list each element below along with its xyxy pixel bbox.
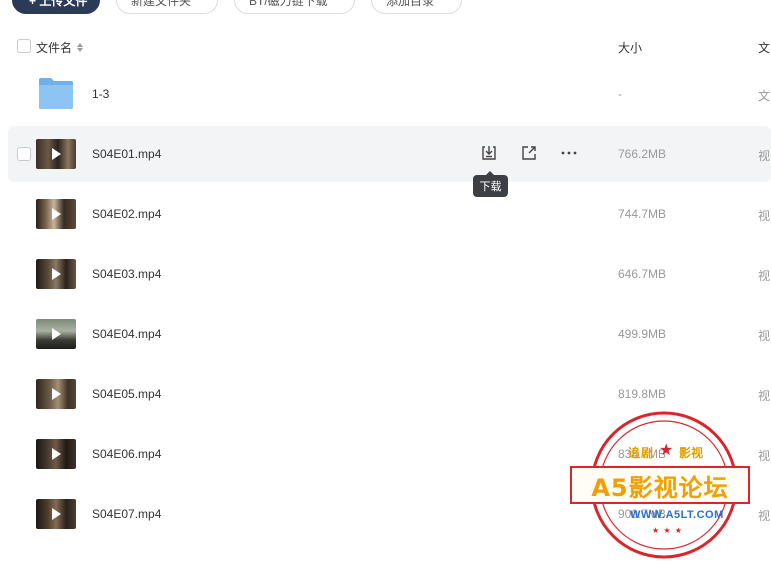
video-thumbnail [36,259,76,289]
file-size: 646.7MB [618,267,667,281]
file-type: 视 [758,389,771,403]
select-all-checkbox[interactable] [17,39,31,53]
play-icon [52,448,61,460]
download-tooltip: 下载 [473,171,508,197]
stamp-stars-icon: ★ ★ ★ [652,526,683,535]
file-row[interactable]: S04E04.mp4 499.9MB 视 [8,306,771,362]
folder-row[interactable]: 1-3 - 文 [8,66,771,122]
file-list-header: 文件名 大小 文 [0,34,771,60]
file-type: 文 [758,89,771,103]
name-column-header[interactable]: 文件名 [36,39,84,56]
upload-button[interactable]: + 上传文件 [12,0,100,14]
file-type: 视 [758,209,771,223]
video-thumbnail [36,379,76,409]
folder-icon [39,78,73,109]
file-name[interactable]: S04E02.mp4 [92,207,161,221]
play-icon [52,388,61,400]
file-row[interactable]: S04E01.mp4 766.2MB 视 [8,126,771,182]
add-directory-button[interactable]: 添加目录 [371,0,462,14]
stamp-url: WWW.A5LT.COM [630,509,724,521]
row-actions [480,144,578,162]
file-row[interactable]: S04E02.mp4 744.7MB 视 [8,186,771,242]
play-icon [52,148,61,160]
row-checkbox[interactable] [17,147,31,161]
video-thumbnail [36,439,76,469]
stamp-brand-right: 影视 [679,446,704,460]
file-name[interactable]: S04E01.mp4 [92,147,161,161]
video-thumbnail [36,499,76,529]
file-name[interactable]: S04E03.mp4 [92,267,161,281]
star-icon: ★ [659,442,674,459]
size-column-header[interactable]: 大小 [618,39,642,56]
external-link-icon[interactable] [520,144,538,162]
more-icon[interactable] [560,144,578,162]
type-column-header[interactable]: 文 [758,39,770,56]
video-thumbnail [36,319,76,349]
bt-download-button[interactable]: BT/磁力链下载 [234,0,355,14]
file-size: - [618,87,622,101]
new-folder-button[interactable]: 新建文件夹 [116,0,218,14]
video-thumbnail [36,139,76,169]
watermark-stamp: 追剧 ★ 影视 A5影视论坛 WWW.A5LT.COM ★ ★ ★ [566,410,766,560]
stamp-title: A5影视论坛 [591,473,729,502]
file-name[interactable]: S04E04.mp4 [92,327,161,341]
name-column-label: 文件名 [36,41,73,55]
download-icon[interactable] [480,144,498,162]
file-size: 766.2MB [618,147,667,161]
file-name[interactable]: S04E07.mp4 [92,507,161,521]
file-size: 499.9MB [618,327,667,341]
sort-icon[interactable] [77,43,84,52]
file-type: 视 [758,269,771,283]
file-name[interactable]: S04E05.mp4 [92,387,161,401]
file-name[interactable]: 1-3 [92,87,109,101]
stamp-brand-left: 追剧 [628,446,655,460]
play-icon [52,268,61,280]
file-name[interactable]: S04E06.mp4 [92,447,161,461]
file-row[interactable]: S04E03.mp4 646.7MB 视 [8,246,771,302]
video-thumbnail [36,199,76,229]
file-type: 视 [758,149,771,163]
stamp-banner: A5影视论坛 [570,466,750,504]
file-type: 视 [758,329,771,343]
play-icon [52,328,61,340]
play-icon [52,208,61,220]
play-icon [52,508,61,520]
file-size: 819.8MB [618,387,667,401]
file-size: 744.7MB [618,207,667,221]
toolbar: + 上传文件 新建文件夹 BT/磁力链下载 添加目录 [12,0,462,14]
